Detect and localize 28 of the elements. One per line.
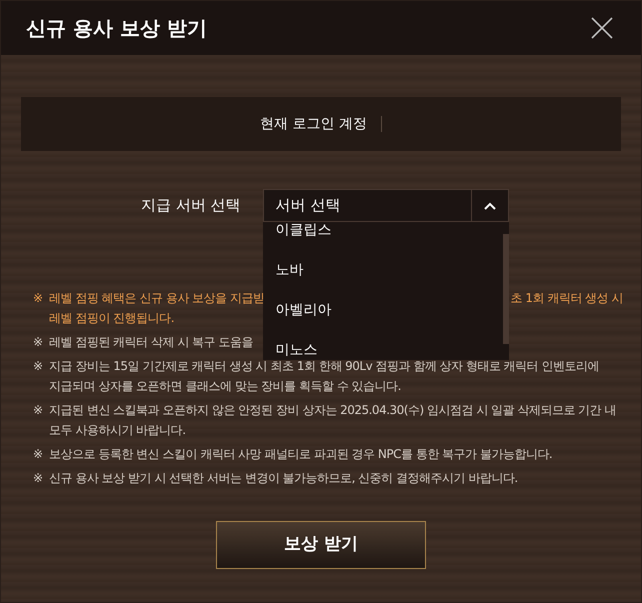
dialog-title: 신규 용사 보상 받기: [26, 15, 207, 42]
server-option[interactable]: 아벨리아: [262, 290, 503, 330]
note-text: 초 1회 캐릭터 생성 시: [510, 290, 623, 307]
note-text: 지급되며 상자를 오픈하면 클래스에 맞는 장비를 획득할 수 있습니다.: [49, 378, 401, 395]
server-option[interactable]: 이클립스: [262, 222, 503, 250]
note-mark: ※: [33, 446, 44, 463]
server-select[interactable]: 서버 선택: [262, 189, 509, 222]
note-mark: ※: [33, 334, 44, 351]
note-text: 보상으로 등록한 변신 스킬이 캐릭터 사망 패널티로 파괴된 경우 NPC를 통한 복구가 불가능합니다.: [49, 446, 552, 463]
note-mark: ※: [33, 470, 44, 487]
close-icon: [590, 16, 614, 40]
note-text: 모두 사용하시기 바랍니다.: [49, 422, 186, 439]
note-text: 지급 장비는 15일 기간제로 캐릭터 생성 시 최초 1회 한해 90Lv 점핑과 함께 상자 형태로 캐릭터 인벤토리에: [49, 358, 600, 375]
note-mark: ※: [33, 402, 44, 419]
note-text: 레벨 점핑된 캐릭터 삭제 시 복구 도움을: [49, 334, 253, 351]
account-label: 현재 로그인 계정: [260, 114, 367, 134]
server-select-label: 지급 서버 선택: [141, 195, 241, 216]
chevron-up-icon: [484, 202, 496, 210]
note-text: 신규 용사 보상 받기 시 선택한 서버는 변경이 불가능하므로, 신중히 결정해주시기 바랍니다.: [49, 470, 518, 487]
server-option[interactable]: 노바: [262, 250, 503, 290]
note-text: 레벨 점핑이 진행됩니다.: [49, 310, 174, 327]
note-mark: ※: [33, 290, 44, 307]
note-mark: ※: [33, 358, 44, 375]
server-option[interactable]: 미노스: [262, 330, 503, 360]
claim-reward-button[interactable]: 보상 받기: [216, 521, 426, 569]
scrollbar-thumb[interactable]: [502, 234, 509, 344]
note-text: 레벨 점핑 혜택은 신규 용사 보상을 지급받: [49, 290, 264, 307]
note-text: 지급된 변신 스킬북과 오픈하지 않은 안정된 장비 상자는 2025.04.30(수) 임시점검 시 일괄 삭제되므로 기간 내: [49, 402, 616, 419]
